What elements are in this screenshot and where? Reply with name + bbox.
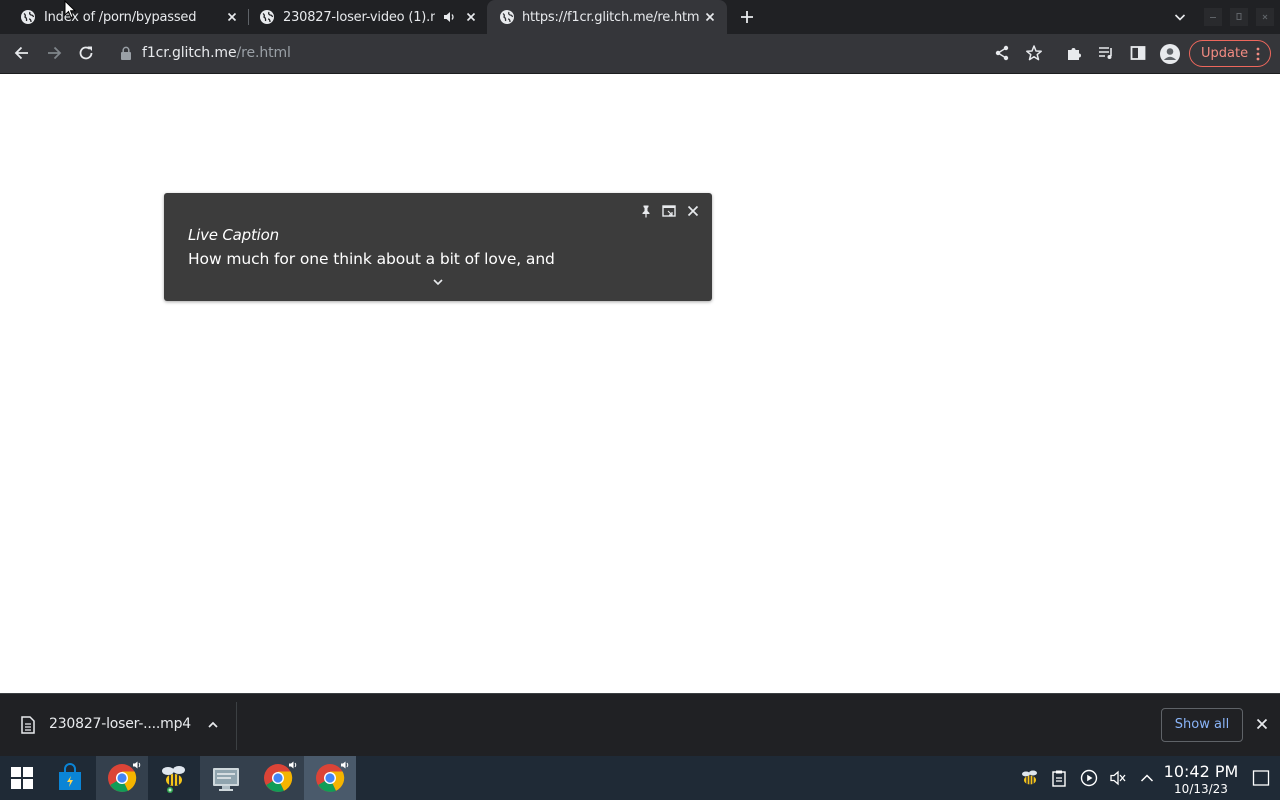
chrome-app-1[interactable] (96, 756, 148, 800)
speaker-icon (133, 761, 141, 769)
profile-avatar-icon[interactable] (1159, 43, 1180, 64)
more-menu-icon[interactable] (1256, 47, 1260, 61)
file-icon (21, 716, 35, 734)
mouse-cursor-icon (64, 0, 76, 19)
live-caption-bubble[interactable]: Live Caption How much for one think abou… (164, 193, 712, 301)
globe-icon (20, 9, 36, 25)
bee-icon (158, 762, 190, 794)
browser-toolbar: f1cr.glitch.me/re.html Update (0, 34, 1280, 73)
store-icon (54, 762, 86, 794)
extensions-puzzle-icon[interactable] (1064, 43, 1084, 63)
tab-index-of[interactable]: Index of /porn/bypassed (8, 0, 248, 34)
lock-icon[interactable] (120, 46, 132, 60)
chevron-down-icon[interactable] (431, 275, 445, 289)
download-item[interactable]: 230827-loser-....mp4 (0, 694, 236, 756)
globe-icon (499, 9, 515, 25)
media-play-icon[interactable] (1079, 768, 1099, 788)
maximize-icon[interactable] (1230, 8, 1248, 26)
file-explorer-app[interactable] (200, 756, 252, 800)
media-controls-icon[interactable] (1096, 43, 1116, 63)
close-tab-icon[interactable] (463, 9, 479, 25)
speaker-icon (289, 761, 297, 769)
back-arrow-icon[interactable] (12, 43, 32, 63)
download-separator (236, 702, 237, 750)
bookmark-star-icon[interactable] (1024, 43, 1044, 63)
address-bar[interactable]: f1cr.glitch.me/re.html (142, 44, 291, 62)
open-in-new-window-icon[interactable] (661, 203, 677, 219)
start-button[interactable] (0, 756, 44, 800)
speaker-icon (341, 761, 349, 769)
tab-title: 230827-loser-video (1).mp4 (283, 10, 435, 25)
chevron-down-icon[interactable] (1172, 9, 1188, 25)
update-label: Update (1201, 46, 1249, 61)
taskbar: 10:42 PM 10/13/23 (0, 756, 1280, 800)
speaker-icon[interactable] (441, 9, 457, 25)
pin-icon[interactable] (638, 203, 654, 219)
close-tab-icon[interactable] (702, 9, 718, 25)
chrome-app-2[interactable] (252, 756, 304, 800)
show-all-button[interactable]: Show all (1161, 708, 1243, 742)
clock-date: 10/13/23 (1174, 782, 1228, 796)
minimize-icon[interactable] (1204, 8, 1222, 26)
side-panel-icon[interactable] (1128, 43, 1148, 63)
tab-re-html[interactable]: https://f1cr.glitch.me/re.html (487, 0, 727, 34)
tab-loser-video[interactable]: 230827-loser-video (1).mp4 (247, 0, 487, 34)
update-button[interactable]: Update (1189, 40, 1271, 67)
globe-icon (259, 9, 275, 25)
live-caption-title: Live Caption (188, 226, 279, 244)
tab-strip: Index of /porn/bypassed 230827-loser-vid… (0, 0, 1280, 34)
chrome-app-3[interactable] (304, 756, 356, 800)
chevron-up-icon[interactable] (1137, 768, 1157, 788)
download-shelf: 230827-loser-....mp4 Show all (0, 693, 1280, 756)
taskbar-clock[interactable]: 10:42 PM 10/13/23 (1160, 762, 1242, 796)
url-path: /re.html (236, 45, 291, 61)
download-file-name: 230827-loser-....mp4 (49, 716, 192, 732)
share-icon[interactable] (992, 43, 1012, 63)
page-content (0, 74, 1280, 693)
store-app[interactable] (44, 756, 96, 800)
close-icon[interactable] (1254, 716, 1270, 732)
chevron-up-icon[interactable] (205, 717, 221, 733)
live-caption-text: How much for one think about a bit of lo… (188, 250, 555, 268)
reload-icon[interactable] (76, 43, 96, 63)
bee-app[interactable] (148, 756, 200, 800)
clock-time: 10:42 PM (1163, 762, 1239, 781)
close-icon[interactable] (685, 203, 701, 219)
monitor-icon (210, 762, 242, 794)
clipboard-icon[interactable] (1049, 768, 1069, 788)
notification-icon[interactable] (1251, 768, 1271, 788)
close-window-icon[interactable] (1256, 8, 1274, 26)
forward-arrow-icon[interactable] (44, 43, 64, 63)
bee-tray-icon[interactable] (1020, 768, 1040, 788)
new-tab-icon[interactable] (738, 8, 756, 26)
close-tab-icon[interactable] (224, 9, 240, 25)
volume-muted-icon[interactable] (1108, 768, 1128, 788)
tab-title: https://f1cr.glitch.me/re.html (522, 10, 700, 25)
url-host: f1cr.glitch.me (142, 45, 237, 61)
